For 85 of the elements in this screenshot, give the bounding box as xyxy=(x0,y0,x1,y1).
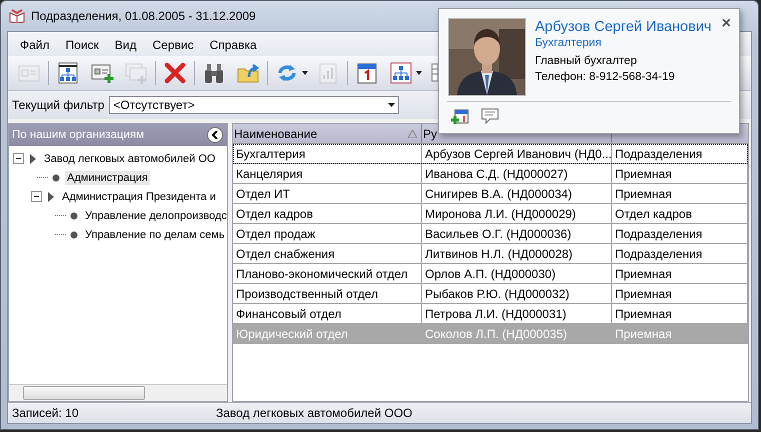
bullet-icon xyxy=(70,230,78,238)
table-cell: Финансовый отдел xyxy=(233,304,422,323)
table-cell: Отдел ИТ xyxy=(233,184,422,203)
table-cell: Юридический отдел xyxy=(233,324,422,343)
table-cell: Приемная xyxy=(612,284,748,303)
menu-item[interactable]: Справка xyxy=(202,36,265,54)
table-cell: Бухгалтерия xyxy=(233,144,422,163)
status-organization: Завод легковых автомобилей ООО xyxy=(216,406,412,420)
table-cell: Планово-экономический отдел xyxy=(233,264,422,283)
table-cell: Петрова Л.И. (НД000031) xyxy=(422,304,612,323)
tree-item[interactable]: Администрация Президента и xyxy=(60,190,218,204)
tree-item[interactable]: Управление по делам семь xyxy=(83,228,227,242)
cards-icon xyxy=(124,61,148,85)
table-cell: Литвинов Н.Л. (НД000028) xyxy=(422,244,612,263)
contact-phone: Телефон: 8-912-568-34-19 xyxy=(535,71,676,83)
table-cell: Отдел продаж xyxy=(233,224,422,243)
table-cell: Соколов Л.П. (НД000035) xyxy=(422,324,612,343)
table-cell: Канцелярия xyxy=(233,164,422,183)
table-cell: Иванова С.Д. (НД000027) xyxy=(422,164,612,183)
book-icon xyxy=(9,9,25,23)
dropdown-arrow-icon[interactable] xyxy=(302,71,308,75)
table-cell: Отдел кадров xyxy=(233,204,422,223)
table-cell: Орлов А.П. (НД000030) xyxy=(422,264,612,283)
contact-position: Главный бухгалтер xyxy=(535,55,638,67)
table-cell: Приемная xyxy=(612,264,748,283)
table-cell: Арбузов Сергей Иванович (НД0... xyxy=(422,144,612,163)
filter-label: Текущий фильтр xyxy=(12,98,104,112)
table-cell: Васильев О.Г. (НД000036) xyxy=(422,224,612,243)
table-cell: Приемная xyxy=(612,184,748,203)
collapse-toggle-icon[interactable] xyxy=(13,153,24,164)
table-cell: Отдел снабжения xyxy=(233,244,422,263)
message-button[interactable] xyxy=(481,108,499,125)
table-row[interactable]: Канцелярия Иванова С.Д. (НД000027) Приемная xyxy=(233,164,748,184)
table-row[interactable]: Отдел продаж Васильев О.Г. (НД000036) Подразделения xyxy=(233,224,748,244)
column-header[interactable]: Наименование xyxy=(234,126,318,140)
table-cell: Подразделения xyxy=(612,144,748,163)
window-title: Подразделения, 01.08.2005 - 31.12.2009 xyxy=(31,9,256,23)
tree-item[interactable]: Администрация xyxy=(65,170,150,184)
panel-title: По нашим организациям xyxy=(12,129,144,141)
tree-item[interactable]: Управление делопроизводс xyxy=(83,208,227,222)
triangle-icon xyxy=(48,192,54,202)
table-cell: Подразделения xyxy=(612,244,748,263)
table-row[interactable]: Производственный отдел Рыбаков Р.Ю. (НД000032) Приемная xyxy=(233,284,748,304)
tree-item[interactable]: Завод легковых автомобилей ОО xyxy=(42,152,218,166)
table-cell: Подразделения xyxy=(612,224,748,243)
table-cell: Отдел кадров xyxy=(612,204,748,223)
column-header[interactable]: Ру xyxy=(423,126,438,140)
bullet-icon xyxy=(52,174,60,182)
table-cell: Приемная xyxy=(612,164,748,183)
chevron-left-icon xyxy=(211,131,219,139)
table-cell: Производственный отдел xyxy=(233,284,422,303)
contact-name[interactable]: Арбузов Сергей Иванович xyxy=(535,19,713,35)
menu-item[interactable]: Вид xyxy=(106,36,144,54)
table-row[interactable]: Отдел снабжения Литвинов Н.Л. (НД000028) Подразделения xyxy=(233,244,748,264)
folder-arrow-icon xyxy=(236,61,260,85)
table-row[interactable]: Бухгалтерия Арбузов Сергей Иванович (НД0... Подразделения xyxy=(233,144,748,164)
org-chart-icon xyxy=(56,61,80,85)
collapse-button[interactable] xyxy=(207,127,223,143)
org-chart-icon xyxy=(389,61,413,85)
table-row[interactable]: Отдел ИТ Снигирев В.А. (НД000034) Приемная xyxy=(233,184,748,204)
calendar-add-button[interactable] xyxy=(451,108,469,125)
bullet-icon xyxy=(70,212,78,220)
table-cell: Снигирев В.А. (НД000034) xyxy=(422,184,612,203)
close-button[interactable]: × xyxy=(722,17,731,31)
dropdown-arrow-icon[interactable] xyxy=(416,71,422,75)
menu-item[interactable]: Файл xyxy=(12,36,58,54)
scrollbar[interactable] xyxy=(9,384,227,401)
binoculars-icon xyxy=(202,61,226,85)
calendar-icon xyxy=(355,61,379,85)
menu-item[interactable]: Сервис xyxy=(144,36,202,54)
collapse-toggle-icon[interactable] xyxy=(31,191,42,202)
table-row[interactable]: Планово-экономический отдел Орлов А.П. (НД000030) Приемная xyxy=(233,264,748,284)
record-count: Записей: 10 xyxy=(12,406,80,420)
triangle-icon xyxy=(30,154,36,164)
table-cell: Рыбаков Р.Ю. (НД000032) xyxy=(422,284,612,303)
delete-icon xyxy=(163,61,187,85)
menu-item[interactable]: Поиск xyxy=(58,36,107,54)
table-cell: Приемная xyxy=(612,304,748,323)
filter-dropdown[interactable]: <Отсутствует> xyxy=(109,96,400,114)
table-cell: Миронова Л.И. (НД000029) xyxy=(422,204,612,223)
sort-arrow-icon xyxy=(408,130,417,138)
table-row[interactable]: Отдел кадров Миронова Л.И. (НД000029) Отдел кадров xyxy=(233,204,748,224)
contact-department[interactable]: Бухгалтерия xyxy=(535,37,713,49)
table-cell: Приемная xyxy=(612,324,748,343)
dropdown-arrow-icon xyxy=(388,103,396,107)
